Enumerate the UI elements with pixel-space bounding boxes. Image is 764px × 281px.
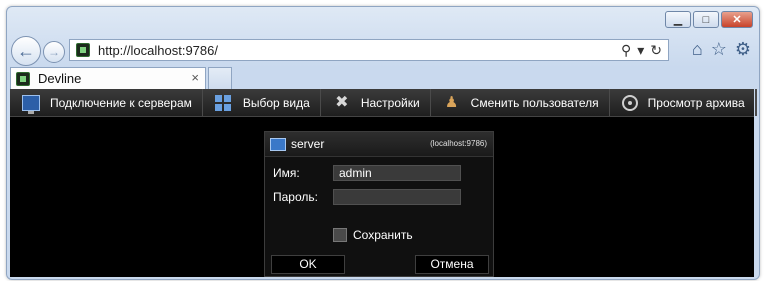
close-window-button[interactable]: ✕ [721,11,753,28]
address-tools: ⚲ ▾ ↻ [621,42,662,59]
dialog-titlebar: server (localhost:9786) [265,132,493,157]
browser-command-icons: ⌂ ☆ ⚙ [692,39,751,60]
tab-favicon-icon [16,71,30,86]
remember-row: Сохранить [333,228,413,242]
user-icon: ♟ [444,93,459,111]
navigation-bar: ← → http://localhost:9786/ ⚲ ▾ ↻ ⌂ ☆ ⚙ [7,34,759,66]
remember-checkbox[interactable] [333,228,347,242]
tab-close-icon[interactable]: × [191,70,199,85]
forward-button[interactable]: → [43,41,65,63]
toolbar-label: Выбор вида [242,95,310,110]
browser-window: ▁ □ ✕ ← → http://localhost:9786/ ⚲ ▾ ↻ ⌂… [6,6,760,280]
back-button[interactable]: ← [11,36,41,66]
password-label: Пароль: [273,190,318,204]
ok-button[interactable]: OK [271,255,345,274]
toolbar-label: Подключение к серверам [50,95,192,110]
favorites-star-icon[interactable]: ☆ [711,39,727,60]
remember-label: Сохранить [353,228,413,242]
username-label: Имя: [273,166,300,180]
tab-bar: Devline × [7,67,759,89]
maximize-button[interactable]: □ [693,11,719,28]
url-prefix: http:// [98,42,131,58]
search-icon[interactable]: ⚲ [621,42,631,59]
refresh-icon[interactable]: ↻ [650,42,662,59]
username-row: Имя: admin [273,165,461,181]
toolbar-connect-servers[interactable]: Подключение к серверам [10,89,203,116]
new-tab-button[interactable] [208,67,232,89]
site-favicon-icon [76,43,90,57]
app-toolbar: Подключение к серверам Выбор вида ✖ Наст… [10,89,759,117]
app-content: Подключение к серверам Выбор вида ✖ Наст… [10,89,759,277]
toolbar-archive-view[interactable]: Просмотр архива [610,89,756,116]
tools-icon: ✖ [335,93,349,111]
toolbar-view-select[interactable]: Выбор вида [203,89,321,116]
cancel-button[interactable]: Отмена [415,255,489,274]
username-field[interactable]: admin [333,165,461,181]
toolbar-settings[interactable]: ✖ Настройки [321,89,431,116]
toolbar-label: Просмотр архива [647,95,745,110]
login-dialog: server (localhost:9786) Имя: admin Парол… [264,131,494,277]
window-controls: ▁ □ ✕ [665,11,753,28]
settings-gear-icon[interactable]: ⚙ [735,39,751,60]
film-icon [621,94,638,111]
monitor-icon [22,94,40,114]
grid-icon [214,94,233,111]
toolbar-label: Настройки [360,95,420,110]
dialog-title: server [291,137,325,151]
pin-icon[interactable]: ⬇ [755,89,759,116]
dialog-host: (localhost:9786) [430,139,487,148]
back-arrow-icon: ← [17,40,35,61]
forward-arrow-icon: → [48,45,60,59]
url-rest: :9786/ [181,42,218,58]
address-bar[interactable]: http://localhost:9786/ ⚲ ▾ ↻ [69,39,669,61]
tab-title: Devline [38,71,82,86]
toolbar-change-user[interactable]: ♟ Сменить пользователя [431,89,610,116]
server-icon [270,137,286,151]
minimize-button[interactable]: ▁ [665,11,691,28]
home-icon[interactable]: ⌂ [692,39,703,60]
tab-devline[interactable]: Devline × [10,67,206,89]
dropdown-icon[interactable]: ▾ [637,42,644,59]
password-row: Пароль: [273,189,461,205]
toolbar-label: Сменить пользователя [470,95,599,110]
password-field[interactable] [333,189,461,205]
url-host: localhost [130,42,182,58]
